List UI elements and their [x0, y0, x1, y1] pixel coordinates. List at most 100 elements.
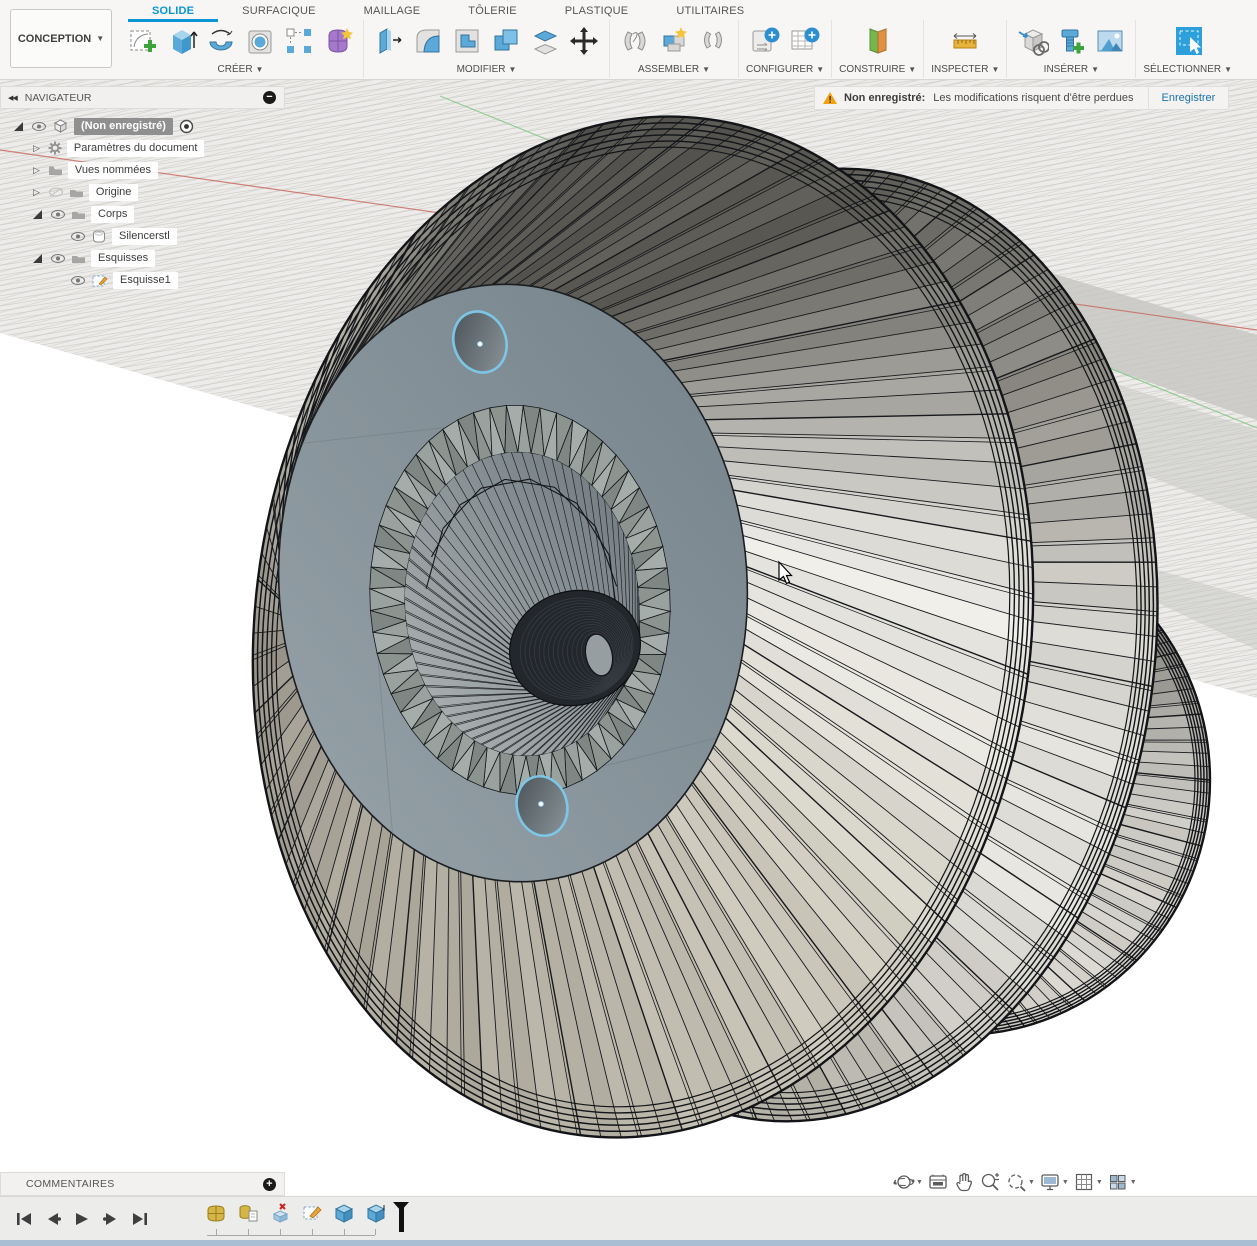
fit-icon[interactable]: ▼ — [1005, 1171, 1035, 1193]
minimize-browser-icon[interactable]: − — [263, 91, 276, 104]
group-label-modifier[interactable]: MODIFIER ▼ — [457, 62, 517, 76]
viewports-icon[interactable]: ▼ — [1107, 1171, 1137, 1193]
group-label-selectionner[interactable]: SÉLECTIONNER ▼ — [1143, 62, 1232, 76]
shell-icon[interactable] — [449, 22, 485, 60]
form-icon[interactable] — [320, 22, 356, 60]
expand-icon[interactable]: ▷ — [33, 142, 40, 154]
fillet-icon[interactable] — [410, 22, 446, 60]
configuration-table-icon[interactable] — [787, 22, 823, 60]
tree-row-body-silencerstl[interactable]: Silencerstl — [0, 225, 285, 247]
tree-label[interactable]: Esquisses — [91, 249, 156, 267]
orbit-icon[interactable]: ▼ — [893, 1171, 923, 1193]
tree-label[interactable]: Esquisse1 — [113, 271, 178, 289]
display-settings-icon[interactable]: ▼ — [1039, 1171, 1069, 1193]
activate-radio-icon[interactable] — [179, 119, 194, 134]
select-icon[interactable] — [1170, 22, 1206, 60]
tree-label[interactable]: Vues nommées — [67, 161, 158, 179]
tree-row-origin[interactable]: ▷ Origine — [0, 181, 285, 203]
tree-row-document-settings[interactable]: ▷ Paramètres du document — [0, 137, 285, 159]
expand-icon[interactable]: ▷ — [33, 186, 40, 198]
ribbon-groups: CRÉER ▼ MODIFIER ▼ ASSEMBLER ▼ CONFIGURE… — [118, 20, 1239, 78]
comments-panel[interactable]: COMMENTAIRES + — [0, 1172, 285, 1196]
comments-title: COMMENTAIRES — [26, 1178, 115, 1190]
combine-icon[interactable] — [488, 22, 524, 60]
tree-row-named-views[interactable]: ▷ Vues nommées — [0, 159, 285, 181]
eye-icon[interactable] — [50, 209, 66, 220]
grid-icon[interactable]: ▼ — [1073, 1171, 1103, 1193]
navigation-toolbar: ▼ ▼ ▼ ▼ ▼ — [893, 1170, 1137, 1194]
group-configurer: CONFIGURER ▼ — [739, 20, 833, 78]
pattern-icon[interactable] — [281, 22, 317, 60]
extrude-icon[interactable] — [164, 22, 200, 60]
group-label-assembler[interactable]: ASSEMBLER ▼ — [638, 62, 710, 76]
play-button[interactable] — [72, 1209, 92, 1229]
eye-icon[interactable] — [70, 275, 86, 286]
hole-icon[interactable] — [242, 22, 278, 60]
tree-row-bodies[interactable]: Corps — [0, 203, 285, 225]
tab-utilitaires[interactable]: UTILITAIRES — [652, 2, 768, 22]
eye-off-icon[interactable] — [48, 186, 64, 198]
press-pull-icon[interactable] — [371, 22, 407, 60]
construct-plane-icon[interactable] — [860, 22, 896, 60]
feature-delete-face[interactable] — [269, 1202, 291, 1224]
create-sketch-icon[interactable] — [125, 22, 161, 60]
warning-icon — [823, 92, 837, 104]
group-label-creer[interactable]: CRÉER ▼ — [218, 62, 264, 76]
feature-extrude-2[interactable] — [365, 1202, 387, 1224]
tree-row-sketch1[interactable]: Esquisse1 — [0, 269, 285, 291]
tree-label[interactable]: Origine — [88, 183, 139, 201]
browser-title: NAVIGATEUR — [24, 91, 92, 104]
look-at-icon[interactable] — [927, 1171, 949, 1193]
group-label-construire[interactable]: CONSTRUIRE ▼ — [839, 62, 916, 76]
go-to-start-button[interactable] — [14, 1209, 34, 1229]
tab-maillage[interactable]: MAILLAGE — [340, 2, 445, 22]
insert-fastener-icon[interactable] — [1053, 22, 1089, 60]
zoom-icon[interactable] — [979, 1171, 1001, 1193]
new-component-icon[interactable] — [656, 22, 692, 60]
step-forward-button[interactable] — [101, 1209, 121, 1229]
tree-label[interactable]: Silencerstl — [112, 227, 177, 245]
revolve-icon[interactable] — [203, 22, 239, 60]
move-icon[interactable] — [566, 22, 602, 60]
folder-icon — [69, 187, 84, 198]
conception-dropdown[interactable]: CONCEPTION ▼ — [10, 9, 112, 68]
timeline-features — [205, 1202, 409, 1236]
feature-mesh[interactable] — [237, 1202, 259, 1224]
tree-label[interactable]: Paramètres du document — [66, 139, 205, 157]
eye-icon[interactable] — [70, 231, 86, 242]
pan-icon[interactable] — [953, 1171, 975, 1193]
tree-row-sketches[interactable]: Esquisses — [0, 247, 285, 269]
expand-comments-icon[interactable]: + — [263, 1177, 276, 1191]
joint-origin-icon[interactable] — [695, 22, 731, 60]
tab-solide[interactable]: SOLIDE — [128, 2, 219, 22]
tab-plastique[interactable]: PLASTIQUE — [541, 2, 653, 22]
configuration-icon[interactable] — [748, 22, 784, 60]
insert-image-icon[interactable] — [1092, 22, 1128, 60]
go-to-end-button[interactable] — [130, 1209, 150, 1229]
eye-icon[interactable] — [50, 253, 66, 264]
group-label-configurer[interactable]: CONFIGURER ▼ — [746, 62, 824, 76]
feature-sketch[interactable] — [301, 1202, 323, 1224]
insert-derive-icon[interactable] — [1014, 22, 1050, 60]
tab-tolerie[interactable]: TÔLERIE — [444, 2, 540, 22]
browser-header[interactable]: ◀◀ NAVIGATEUR − — [0, 86, 285, 109]
measure-icon[interactable] — [947, 22, 983, 60]
group-label-inspecter[interactable]: INSPECTER ▼ — [931, 62, 999, 76]
save-button[interactable]: Enregistrer — [1147, 87, 1229, 109]
expand-icon[interactable]: ▷ — [33, 164, 40, 176]
feature-form[interactable] — [205, 1202, 227, 1224]
feature-extrude-1[interactable] — [333, 1202, 355, 1224]
group-label-inserer[interactable]: INSÉRER ▼ — [1044, 62, 1099, 76]
step-back-button[interactable] — [43, 1209, 63, 1229]
tab-surfacique[interactable]: SURFACIQUE — [218, 2, 340, 22]
collapse-panel-icon[interactable]: ◀◀ — [8, 94, 18, 102]
tree-label[interactable]: Corps — [91, 205, 135, 223]
document-title[interactable]: (Non enregistré) — [74, 117, 173, 135]
group-inserer: INSÉRER ▼ — [1007, 20, 1137, 78]
joint-icon[interactable] — [617, 22, 653, 60]
group-construire: CONSTRUIRE ▼ — [832, 20, 925, 78]
split-body-icon[interactable] — [527, 22, 563, 60]
eye-icon[interactable] — [31, 121, 47, 132]
timeline-position-marker[interactable] — [393, 1202, 409, 1232]
tree-row-root[interactable]: (Non enregistré) — [0, 115, 285, 137]
